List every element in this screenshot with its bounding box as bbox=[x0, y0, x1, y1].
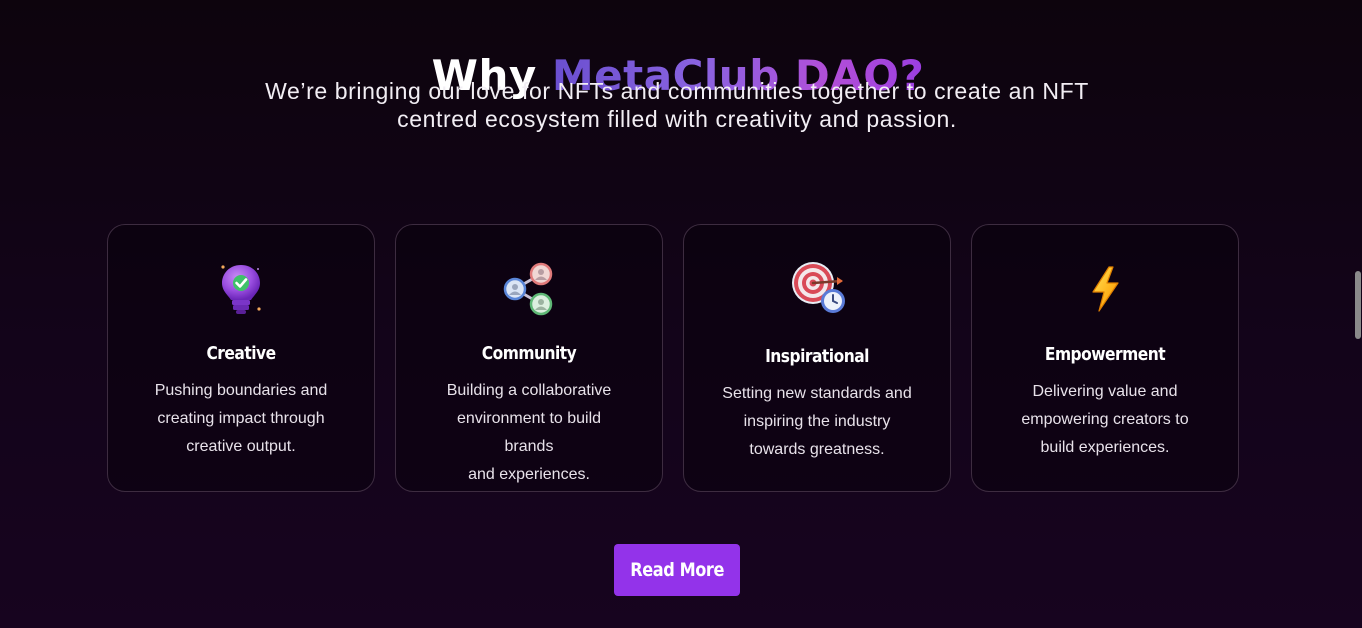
feature-card-empowerment: Empowerment Delivering value and empower… bbox=[971, 224, 1239, 492]
card-description-line: Delivering value and bbox=[1032, 383, 1178, 400]
section-subtitle: We’re bringing our love for NFTs and com… bbox=[0, 77, 1354, 133]
card-description-line: inspiring the industry bbox=[743, 413, 891, 430]
card-title: Inspirational bbox=[765, 346, 869, 367]
card-description-line: creating impact through bbox=[157, 410, 325, 427]
card-description-line: towards greatness. bbox=[749, 441, 885, 458]
card-description: Setting new standards and inspiring the … bbox=[720, 380, 914, 464]
card-description-line: build experiences. bbox=[1040, 439, 1170, 456]
card-description-line: Pushing boundaries and bbox=[154, 382, 328, 399]
page-scrollbar[interactable] bbox=[1354, 0, 1362, 628]
read-more-button[interactable]: Read More bbox=[614, 544, 740, 596]
feature-card-creative: Creative Pushing boundaries and creating… bbox=[107, 224, 375, 492]
card-description-line: Setting new standards and bbox=[722, 385, 912, 402]
read-more-label: Read More bbox=[630, 559, 724, 581]
card-title: Community bbox=[481, 343, 577, 364]
card-description-line: creative output. bbox=[186, 438, 296, 455]
card-description: Delivering value and empowering creators… bbox=[1008, 378, 1202, 462]
card-description-line: environment to build brands bbox=[456, 410, 602, 455]
target-clock-icon bbox=[684, 259, 950, 319]
card-title: Empowerment bbox=[1044, 344, 1166, 365]
subtitle-line: We’re bringing our love for NFTs and com… bbox=[265, 78, 1089, 104]
network-nodes-icon bbox=[396, 259, 662, 319]
card-description: Pushing boundaries and creating impact t… bbox=[144, 377, 338, 461]
lightning-bolt-icon bbox=[972, 259, 1238, 319]
card-title: Creative bbox=[206, 343, 276, 364]
feature-card-inspirational: Inspirational Setting new standards and … bbox=[683, 224, 951, 492]
card-description: Building a collaborative environment to … bbox=[432, 377, 626, 489]
lightbulb-check-icon bbox=[108, 259, 374, 319]
feature-card-community: Community Building a collaborative envir… bbox=[395, 224, 663, 492]
card-description-line: and experiences. bbox=[468, 466, 590, 483]
card-description-line: Building a collaborative bbox=[446, 382, 612, 399]
card-description-line: empowering creators to bbox=[1021, 411, 1189, 428]
feature-cards: Creative Pushing boundaries and creating… bbox=[107, 224, 1239, 492]
subtitle-line: centred ecosystem filled with creativity… bbox=[397, 106, 957, 132]
scrollbar-thumb[interactable] bbox=[1355, 271, 1361, 339]
